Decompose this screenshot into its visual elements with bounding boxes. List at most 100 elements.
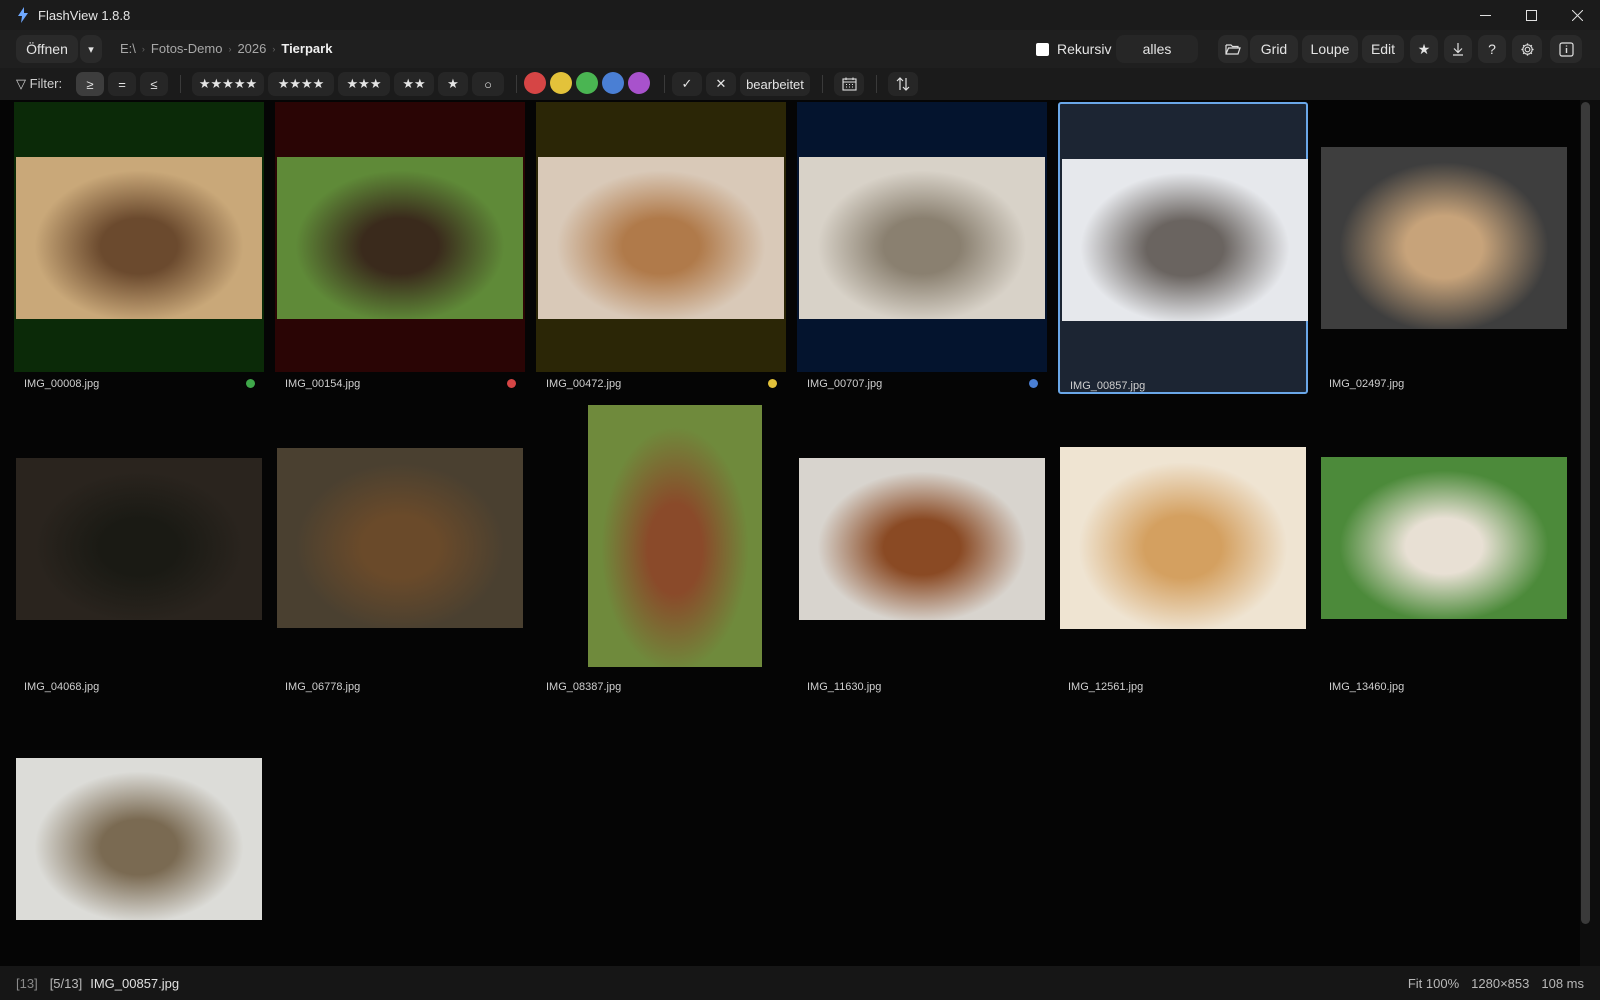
thumbnail-image xyxy=(277,448,523,628)
breadcrumb: E:\ › Fotos-Demo › 2026 › Tierpark xyxy=(120,41,332,56)
view-loupe-label: Loupe xyxy=(1310,41,1350,57)
accepted-filter-button[interactable]: ✓ xyxy=(672,72,702,96)
thumbnail-image xyxy=(799,458,1045,620)
recursive-label: Rekursiv xyxy=(1057,41,1112,57)
breadcrumb-folder[interactable]: 2026 xyxy=(237,41,266,56)
breadcrumb-separator: › xyxy=(228,43,232,54)
view-grid-label: Grid xyxy=(1260,41,1288,57)
thumbnail-image xyxy=(16,157,262,319)
view-loupe-button[interactable]: Loupe xyxy=(1302,35,1358,63)
folder-open-icon xyxy=(1225,43,1241,55)
view-grid-button[interactable]: Grid xyxy=(1250,35,1298,63)
thumbnail-cell[interactable]: IMG_13460.jpg xyxy=(1319,405,1569,697)
thumbnail-filename: IMG_06778.jpg xyxy=(285,681,361,693)
scope-select[interactable]: alles xyxy=(1116,35,1198,63)
settings-button[interactable] xyxy=(1512,35,1542,63)
divider xyxy=(822,75,823,93)
color-filter-blue[interactable] xyxy=(602,72,624,94)
rating-2-button[interactable]: ★★ xyxy=(394,72,434,96)
edited-filter-button[interactable]: bearbeitet xyxy=(740,72,810,96)
status-position: [5/13] xyxy=(49,975,83,991)
favorites-button[interactable]: ★ xyxy=(1410,35,1438,63)
main-toolbar: Öffnen ▾ E:\ › Fotos-Demo › 2026 › Tierp… xyxy=(0,30,1600,68)
status-bar: [13] [5/13] IMG_00857.jpg Fit 100% 1280×… xyxy=(0,966,1600,1000)
star-icon: ★ xyxy=(1417,40,1431,57)
minimize-button[interactable] xyxy=(1462,0,1508,30)
download-icon xyxy=(1453,43,1463,56)
scrollbar-thumb[interactable] xyxy=(1581,102,1590,924)
rating-4-button[interactable]: ★★★★ xyxy=(268,72,334,96)
thumbnail-image xyxy=(16,458,262,620)
thumbnail-filename: IMG_00472.jpg xyxy=(546,378,622,390)
open-button[interactable]: Öffnen xyxy=(16,35,78,63)
divider xyxy=(180,75,181,93)
thumbnail-image xyxy=(799,157,1045,319)
open-folder-button[interactable] xyxy=(1218,35,1248,63)
help-icon: ? xyxy=(1488,41,1496,57)
rating-5-button[interactable]: ★★★★★ xyxy=(192,72,264,96)
filter-label-group: ▽ Filter: xyxy=(16,76,62,92)
sort-button[interactable] xyxy=(888,72,918,96)
thumbnail-filename: IMG_04068.jpg xyxy=(24,681,100,693)
export-button[interactable] xyxy=(1444,35,1472,63)
thumbnail-cell[interactable]: IMG_00707.jpg xyxy=(797,102,1047,394)
breadcrumb-separator: › xyxy=(141,43,145,54)
thumbnail-filename: IMG_12561.jpg xyxy=(1068,681,1144,693)
recursive-checkbox[interactable] xyxy=(1036,42,1049,56)
color-label-dot xyxy=(246,379,255,388)
window-title: FlashView 1.8.8 xyxy=(38,7,131,23)
thumbnail-image xyxy=(1321,457,1567,619)
rating-none-button[interactable]: ○ xyxy=(472,72,504,96)
info-panel-button[interactable] xyxy=(1550,35,1582,63)
thumbnail-cell[interactable]: IMG_04068.jpg xyxy=(14,405,264,697)
thumbnail-cell[interactable]: IMG_11630.jpg xyxy=(797,405,1047,697)
breadcrumb-drive[interactable]: E:\ xyxy=(120,41,136,56)
close-button[interactable] xyxy=(1554,0,1600,30)
filter-funnel-icon: ▽ xyxy=(16,76,26,91)
divider xyxy=(664,75,665,93)
view-edit-button[interactable]: Edit xyxy=(1362,35,1404,63)
help-button[interactable]: ? xyxy=(1478,35,1506,63)
settings-icon xyxy=(1520,42,1534,56)
thumbnail-cell[interactable]: IMG_00154.jpg xyxy=(275,102,525,394)
breadcrumb-current[interactable]: Tierpark xyxy=(281,41,332,56)
rating-3-button[interactable]: ★★★ xyxy=(338,72,390,96)
thumbnail-filename: IMG_00154.jpg xyxy=(285,378,361,390)
thumbnail-cell[interactable]: IMG_02497.jpg xyxy=(1319,102,1569,394)
color-filter-red[interactable] xyxy=(524,72,546,94)
recursive-toggle[interactable]: Rekursiv xyxy=(1036,41,1111,57)
filter-eq-button[interactable]: = xyxy=(108,72,136,96)
sort-icon xyxy=(896,77,910,91)
open-dropdown-button[interactable]: ▾ xyxy=(80,35,102,63)
filter-lte-button[interactable]: ≤ xyxy=(140,72,168,96)
thumbnail-cell[interactable]: IMG_00472.jpg xyxy=(536,102,786,394)
thumbnail-cell[interactable]: IMG_00008.jpg xyxy=(14,102,264,394)
title-bar: FlashView 1.8.8 xyxy=(0,0,1600,30)
breadcrumb-folder[interactable]: Fotos-Demo xyxy=(151,41,223,56)
color-filter-yellow[interactable] xyxy=(550,72,572,94)
rejected-filter-button[interactable]: ✕ xyxy=(706,72,736,96)
rating-1-button[interactable]: ★ xyxy=(438,72,468,96)
status-zoom: Fit 100% xyxy=(1407,975,1460,991)
status-dimensions: 1280×853 xyxy=(1471,975,1530,991)
breadcrumb-separator: › xyxy=(272,43,276,54)
thumbnail-grid: IMG_00008.jpg IMG_00154.jpg IMG_00472.jpg I… xyxy=(0,100,1580,966)
thumbnail-cell[interactable] xyxy=(14,708,264,1000)
color-label-dot xyxy=(507,379,516,388)
maximize-button[interactable] xyxy=(1508,0,1554,30)
thumbnail-cell[interactable]: IMG_06778.jpg xyxy=(275,405,525,697)
thumbnail-cell[interactable]: IMG_12561.jpg xyxy=(1058,405,1308,697)
thumbnail-image xyxy=(1062,159,1308,321)
color-filter-green[interactable] xyxy=(576,72,598,94)
thumbnail-cell[interactable]: IMG_00857.jpg xyxy=(1058,102,1308,394)
thumbnail-cell[interactable]: IMG_08387.jpg xyxy=(536,405,786,697)
status-filename: IMG_00857.jpg xyxy=(90,975,180,991)
filter-gte-button[interactable]: ≥ xyxy=(76,72,104,96)
thumbnail-filename: IMG_00857.jpg xyxy=(1070,380,1146,392)
color-label-dot xyxy=(768,379,777,388)
color-label-dot xyxy=(1029,379,1038,388)
divider xyxy=(876,75,877,93)
status-load-time: 108 ms xyxy=(1541,975,1584,991)
color-filter-purple[interactable] xyxy=(628,72,650,94)
date-filter-button[interactable] xyxy=(834,72,864,96)
